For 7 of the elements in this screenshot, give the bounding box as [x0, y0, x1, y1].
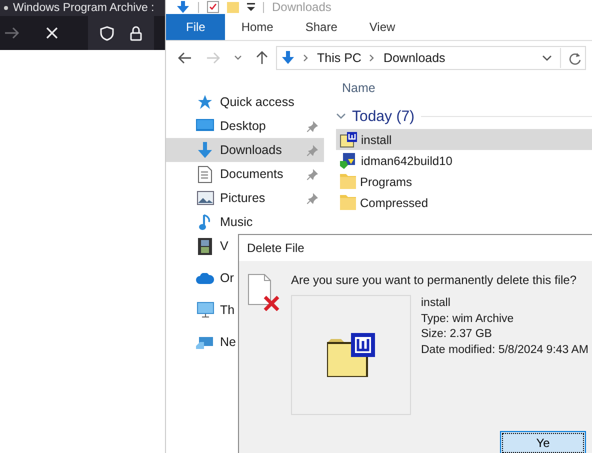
file-detail: Date modified: 5/8/2024 9:43 AM: [421, 342, 588, 358]
file-name: install: [421, 296, 452, 311]
confirmation-message: Are you sure you want to permanently delete this file?: [291, 273, 578, 287]
window-title: Downloads: [272, 0, 332, 14]
file-detail: Type: wim Archive: [421, 312, 515, 326]
dialog-title: Delete File: [239, 235, 592, 261]
file-detail: Size: 2.37 GB: [421, 327, 493, 342]
